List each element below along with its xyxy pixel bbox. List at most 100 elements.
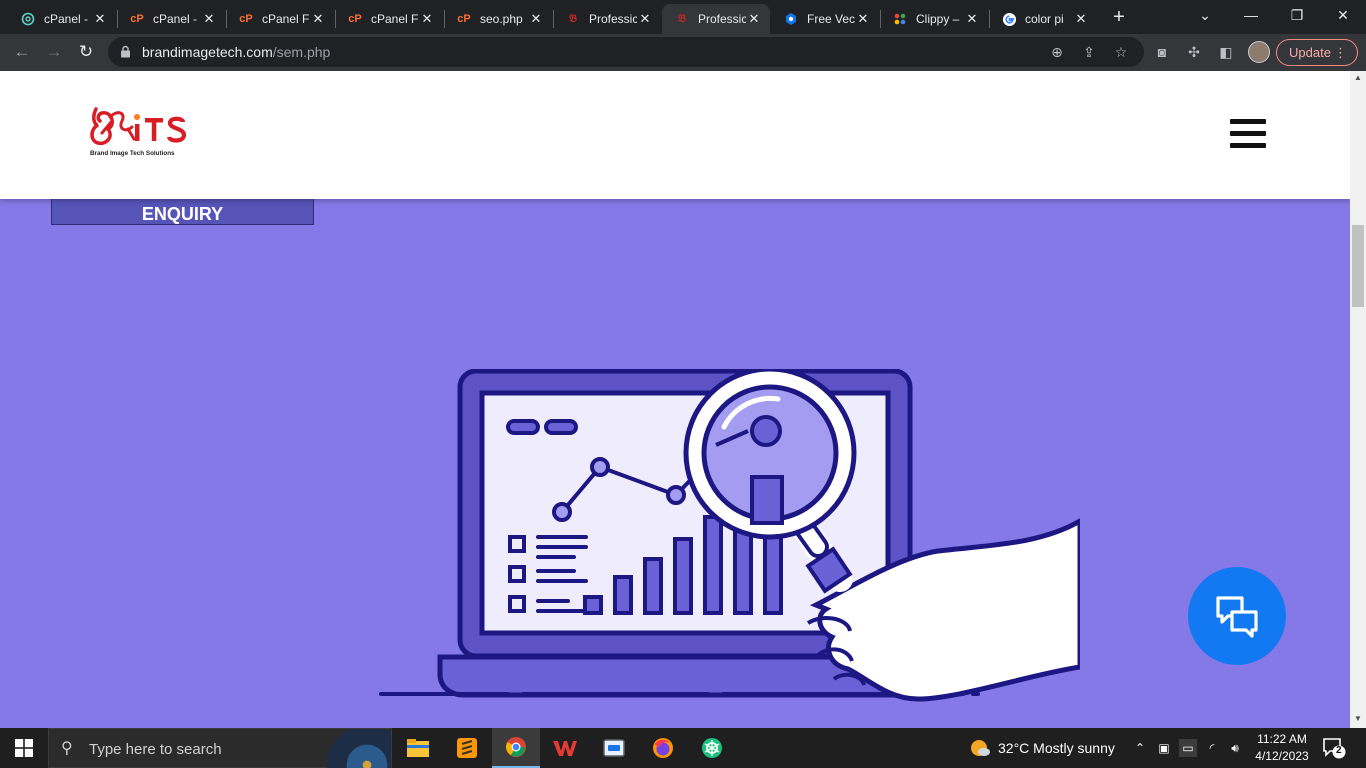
window-close-button[interactable]: ✕ xyxy=(1320,0,1366,30)
windows-start-button[interactable] xyxy=(0,728,48,768)
scroll-up-arrow[interactable]: ▲ xyxy=(1350,71,1366,85)
tab-cpanel-3[interactable]: cP cPanel F ✕ xyxy=(226,4,334,34)
extensions-puzzle-icon[interactable]: ✣ xyxy=(1185,43,1203,61)
taskbar-search-box[interactable]: ⚲ Type here to search xyxy=(48,728,392,768)
new-tab-button[interactable]: + xyxy=(1108,6,1130,28)
tab-title: Professic xyxy=(698,12,746,26)
windows-taskbar: ⚲ Type here to search 32°C Mostly sunny … xyxy=(0,728,1366,768)
tab-cpanel-4[interactable]: cP cPanel F ✕ xyxy=(335,4,443,34)
tab-title: cPanel F xyxy=(262,12,310,26)
browser-toolbar: ← → ↻ brandimagetech.com/sem.php ⊕ ⇪ ☆ ◙… xyxy=(0,34,1366,71)
cpanel-logo-icon: cP xyxy=(457,13,471,25)
freepik-icon xyxy=(783,11,799,27)
close-icon[interactable]: ✕ xyxy=(637,11,653,27)
seo-analytics-illustration xyxy=(379,369,1080,702)
share-icon[interactable]: ⇪ xyxy=(1080,43,1098,61)
wps-office-icon[interactable] xyxy=(541,728,589,768)
close-icon[interactable]: ✕ xyxy=(201,11,217,27)
close-icon[interactable]: ✕ xyxy=(746,11,762,27)
tab-cpanel-2[interactable]: cP cPanel - ✕ xyxy=(117,4,225,34)
close-icon[interactable]: ✕ xyxy=(528,11,544,27)
weather-sun-icon[interactable] xyxy=(969,737,991,759)
update-button[interactable]: Update ⋮ xyxy=(1276,39,1358,66)
tab-title: seo.php xyxy=(480,12,523,26)
windows-logo-icon xyxy=(15,739,33,757)
page-viewport: Brand Image Tech Solutions ENQUIRY xyxy=(0,71,1350,728)
close-icon[interactable]: ✕ xyxy=(1073,11,1089,27)
wifi-icon[interactable]: ◜ xyxy=(1203,739,1221,757)
search-icon: ⚲ xyxy=(61,740,73,757)
meet-now-icon[interactable]: ▣ xyxy=(1155,739,1173,757)
tab-title: color pi xyxy=(1025,12,1064,26)
url-path: /sem.php xyxy=(272,44,331,60)
close-icon[interactable]: ✕ xyxy=(855,11,871,27)
battery-icon[interactable]: ▭ xyxy=(1179,739,1197,757)
chrome-icon[interactable] xyxy=(492,728,540,768)
volume-icon[interactable]: 🔊︎ xyxy=(1226,739,1244,757)
tab-cpanel-1[interactable]: cPanel - ✕ xyxy=(8,4,116,34)
forward-button[interactable]: → xyxy=(42,40,66,64)
lock-icon[interactable] xyxy=(120,45,131,58)
back-button[interactable]: ← xyxy=(10,40,34,64)
restore-button[interactable]: ❐ xyxy=(1274,0,1320,30)
file-explorer-icon[interactable] xyxy=(394,728,442,768)
tab-free-vector[interactable]: Free Vec ✕ xyxy=(771,4,879,34)
tab-clippy[interactable]: Clippy – ✕ xyxy=(880,4,988,34)
tab-title: Professic xyxy=(589,12,637,26)
tab-title: cPanel - xyxy=(44,12,89,26)
chatgpt-icon[interactable] xyxy=(688,728,736,768)
chevron-up-icon[interactable]: ⌃ xyxy=(1131,739,1149,757)
url-text[interactable]: brandimagetech.com/sem.php xyxy=(142,44,330,60)
reload-button[interactable]: ↻ xyxy=(74,40,98,64)
close-icon[interactable]: ✕ xyxy=(92,11,108,27)
update-label: Update xyxy=(1289,45,1331,60)
cpanel-logo-icon: cP xyxy=(239,13,253,25)
bits-favicon-icon: 𝔅 xyxy=(678,12,686,25)
minimize-button[interactable]: — xyxy=(1228,0,1274,30)
site-header: Brand Image Tech Solutions xyxy=(0,71,1350,199)
profile-avatar[interactable] xyxy=(1248,41,1270,63)
tab-title: cPanel F xyxy=(371,12,419,26)
weather-text[interactable]: 32°C Mostly sunny xyxy=(998,740,1115,756)
tab-title: cPanel - xyxy=(153,12,198,26)
firefox-icon[interactable] xyxy=(639,728,687,768)
tab-title: Free Vec xyxy=(807,12,855,26)
logo-tagline: Brand Image Tech Solutions xyxy=(90,150,175,157)
search-highlight-image xyxy=(311,729,391,768)
cpanel-logo-icon: cP xyxy=(348,13,362,25)
close-icon[interactable]: ✕ xyxy=(419,11,435,27)
side-panel-icon[interactable]: ◧ xyxy=(1217,43,1235,61)
bits-favicon-icon: 𝔅 xyxy=(569,12,577,25)
address-bar[interactable]: brandimagetech.com/sem.php ⊕ ⇪ ☆ xyxy=(108,37,1144,67)
kebab-menu-icon[interactable]: ⋮ xyxy=(1334,40,1347,65)
clippy-icon xyxy=(892,11,908,27)
camera-extension-icon[interactable]: ◙ xyxy=(1153,43,1171,61)
tab-professional-1[interactable]: 𝔅 Professic ✕ xyxy=(553,4,661,34)
tab-strip: cPanel - ✕ cP cPanel - ✕ cP cPanel F ✕ c… xyxy=(0,0,1366,34)
sublime-text-icon[interactable] xyxy=(443,728,491,768)
hamburger-menu-icon[interactable] xyxy=(1230,119,1266,151)
zoom-icon[interactable]: ⊕ xyxy=(1048,43,1066,61)
notification-count: 2 xyxy=(1336,745,1342,756)
meet-app-icon[interactable] xyxy=(590,728,638,768)
system-clock[interactable]: 11:22 AM 4/12/2023 xyxy=(1246,731,1318,765)
bookmark-star-icon[interactable]: ☆ xyxy=(1112,43,1130,61)
bits-logo[interactable]: Brand Image Tech Solutions xyxy=(88,103,198,159)
close-icon[interactable]: ✕ xyxy=(964,11,980,27)
tab-title: Clippy – xyxy=(916,12,960,26)
search-placeholder: Type here to search xyxy=(89,741,222,758)
url-domain: brandimagetech.com xyxy=(142,44,273,60)
tab-search-icon[interactable]: ⌄ xyxy=(1182,0,1228,30)
google-icon xyxy=(1001,11,1017,27)
page-scrollbar[interactable]: ▲ ▼ xyxy=(1350,71,1366,728)
scroll-thumb[interactable] xyxy=(1352,225,1364,307)
tab-professional-active[interactable]: 𝔅 Professic ✕ xyxy=(662,4,770,34)
tab-seo[interactable]: cP seo.php ✕ xyxy=(444,4,552,34)
chat-button[interactable] xyxy=(1188,567,1286,665)
scroll-down-arrow[interactable]: ▼ xyxy=(1350,712,1366,726)
cpanel-swirl-icon xyxy=(20,11,36,27)
chat-bubbles-icon xyxy=(1216,596,1258,638)
notification-center-icon[interactable]: 2 xyxy=(1322,737,1346,759)
tab-color-picker[interactable]: color pi ✕ xyxy=(989,4,1097,34)
close-icon[interactable]: ✕ xyxy=(310,11,326,27)
